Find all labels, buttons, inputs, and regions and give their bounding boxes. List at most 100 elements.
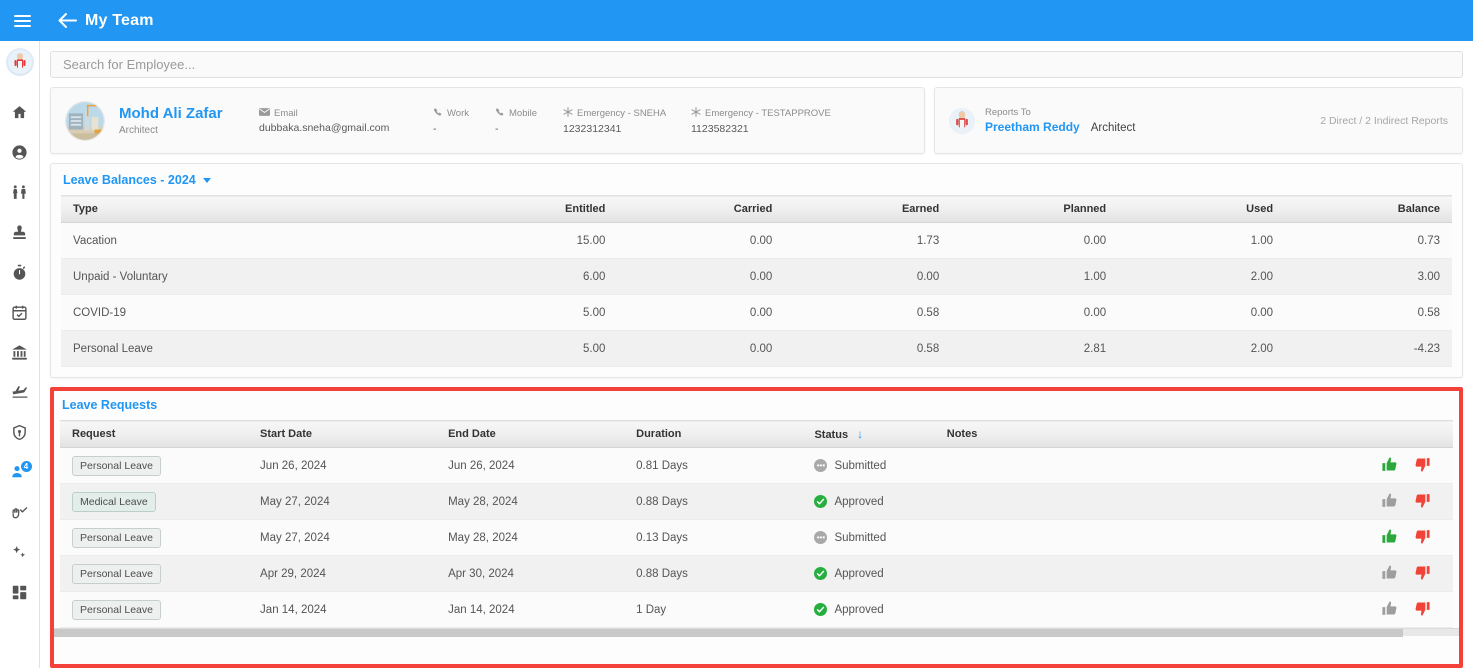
column-header-request[interactable]: Request <box>60 420 249 448</box>
sidebar-item-calendar[interactable] <box>0 292 40 332</box>
phone-icon <box>495 107 505 120</box>
thumbs-down-icon[interactable] <box>1414 600 1431 620</box>
sidebar-item-finance[interactable] <box>0 332 40 372</box>
phone-icon <box>433 107 443 120</box>
left-nav-rail: 4 <box>0 41 40 668</box>
sparkles-icon <box>11 544 28 561</box>
sidebar-item-travel[interactable] <box>0 372 40 412</box>
table-row[interactable]: Personal Leave Jan 14, 2024 Jan 14, 2024… <box>60 591 1453 628</box>
thumbs-up-icon[interactable] <box>1381 456 1398 476</box>
cell-duration: 0.13 Days <box>624 519 803 556</box>
leave-type-chip[interactable]: Personal Leave <box>72 455 161 476</box>
column-header-end-date[interactable]: End Date <box>436 420 625 448</box>
column-header-start-date[interactable]: Start Date <box>248 420 437 448</box>
home-icon <box>11 104 28 121</box>
column-header-balance[interactable]: Balance <box>1285 195 1452 223</box>
stamp-icon <box>11 224 28 241</box>
column-header-duration[interactable]: Duration <box>624 420 803 448</box>
sidebar-item-tasks[interactable] <box>0 492 40 532</box>
contact-label: Mobile <box>509 107 537 119</box>
table-header-row: Type Entitled Carried Earned Planned Use… <box>61 195 1452 223</box>
column-header-type[interactable]: Type <box>61 195 451 223</box>
sidebar-item-people[interactable] <box>0 172 40 212</box>
cell-notes <box>934 447 1242 484</box>
cell-planned: 0.00 <box>951 294 1119 331</box>
thumbs-down-icon[interactable] <box>1414 564 1431 584</box>
table-row[interactable]: Personal Leave 5.00 0.00 0.58 2.81 2.00 … <box>61 330 1452 367</box>
sidebar-item-apps[interactable] <box>0 572 40 612</box>
column-header-notes[interactable]: Notes <box>934 420 1242 448</box>
sidebar-item-my-team[interactable]: 4 <box>0 452 40 492</box>
cell-balance: 3.00 <box>1285 258 1452 295</box>
table-row[interactable]: Medical Leave May 27, 2024 May 28, 2024 … <box>60 483 1453 520</box>
table-row[interactable]: Personal Leave Apr 29, 2024 Apr 30, 2024… <box>60 555 1453 592</box>
thumbs-up-icon[interactable] <box>1381 492 1398 512</box>
leave-balances-table: Type Entitled Carried Earned Planned Use… <box>61 195 1452 367</box>
my-team-badge: 4 <box>19 460 33 473</box>
back-arrow-icon[interactable] <box>56 10 78 32</box>
table-row[interactable]: COVID-19 5.00 0.00 0.58 0.00 0.00 0.58 <box>61 294 1452 331</box>
leave-type-chip[interactable]: Medical Leave <box>72 491 156 512</box>
thumbs-down-icon[interactable] <box>1414 456 1431 476</box>
calendar-check-icon <box>11 304 28 321</box>
employee-name[interactable]: Mohd Ali Zafar <box>119 105 247 122</box>
sidebar-item-profile[interactable] <box>0 132 40 172</box>
main-content: Mohd Ali Zafar Architect Email dubbaka.s… <box>40 41 1473 668</box>
manager-name[interactable]: Preetham Reddy <box>985 120 1080 134</box>
sidebar-item-safety[interactable] <box>0 412 40 452</box>
sidebar-item-insights[interactable] <box>0 532 40 572</box>
table-row[interactable]: Personal Leave May 27, 2024 May 28, 2024… <box>60 519 1453 556</box>
horizontal-scrollbar[interactable] <box>54 628 1459 637</box>
cell-status: Approved <box>802 555 935 592</box>
thumbs-down-icon[interactable] <box>1414 528 1431 548</box>
cell-balance: 0.73 <box>1285 222 1452 259</box>
contact-emergency-sneha: Emergency - SNEHA 1232312341 <box>563 106 681 135</box>
table-row[interactable]: Unpaid - Voluntary 6.00 0.00 0.00 1.00 2… <box>61 258 1452 295</box>
thumbs-up-icon[interactable] <box>1381 600 1398 620</box>
contact-label: Email <box>274 107 298 119</box>
my-team-page: My Team 4 Search for Employee... Mohd Al… <box>0 0 1473 668</box>
sidebar-item-approvals[interactable] <box>0 212 40 252</box>
top-app-bar: My Team <box>0 0 1473 41</box>
thumbs-up-icon[interactable] <box>1381 564 1398 584</box>
leave-type-chip[interactable]: Personal Leave <box>72 599 161 620</box>
cell-end-date: May 28, 2024 <box>436 483 625 520</box>
cell-start-date: Jan 14, 2024 <box>248 591 437 628</box>
cell-end-date: Jun 26, 2024 <box>436 447 625 484</box>
table-row[interactable]: Vacation 15.00 0.00 1.73 0.00 1.00 0.73 <box>61 222 1452 259</box>
search-input[interactable] <box>63 57 1450 72</box>
cell-earned: 0.58 <box>784 330 952 367</box>
column-header-planned[interactable]: Planned <box>951 195 1119 223</box>
sidebar-item-home[interactable] <box>0 92 40 132</box>
manager-photo <box>949 107 975 134</box>
search-employee-box[interactable] <box>50 51 1463 78</box>
employee-summary-row: Mohd Ali Zafar Architect Email dubbaka.s… <box>50 87 1463 154</box>
cell-carried: 0.00 <box>617 222 785 259</box>
chevron-down-icon[interactable] <box>202 177 211 183</box>
status-approved-icon <box>814 495 828 508</box>
column-header-entitled[interactable]: Entitled <box>450 195 618 223</box>
cell-request: Personal Leave <box>60 519 249 556</box>
leave-balances-header: Leave Balances - 2024 <box>61 173 1452 187</box>
cell-duration: 0.88 Days <box>624 555 803 592</box>
avatar[interactable] <box>5 48 34 76</box>
column-header-earned[interactable]: Earned <box>784 195 952 223</box>
leave-type-chip[interactable]: Personal Leave <box>72 527 161 548</box>
sidebar-item-time[interactable] <box>0 252 40 292</box>
leave-type-chip[interactable]: Personal Leave <box>72 563 161 584</box>
cell-status: ••• Submitted <box>802 447 935 484</box>
contact-emergency-testapprove: Emergency - TESTAPPROVE 1123582321 <box>691 106 831 135</box>
contact-mobile: Mobile - <box>495 107 547 135</box>
cell-used: 1.00 <box>1118 222 1286 259</box>
table-row[interactable]: Personal Leave Jun 26, 2024 Jun 26, 2024… <box>60 447 1453 484</box>
column-header-used[interactable]: Used <box>1118 195 1286 223</box>
column-header-carried[interactable]: Carried <box>617 195 785 223</box>
thumbs-down-icon[interactable] <box>1414 492 1431 512</box>
cell-earned: 0.58 <box>784 294 952 331</box>
thumbs-up-icon[interactable] <box>1381 528 1398 548</box>
column-header-status[interactable]: Status ↓ <box>802 420 935 448</box>
reports-count: 2 Direct / 2 Indirect Reports <box>1320 114 1448 127</box>
hamburger-icon[interactable] <box>0 14 44 27</box>
arrow-down-icon[interactable]: ↓ <box>857 427 863 441</box>
column-header-status-label: Status <box>814 429 849 441</box>
